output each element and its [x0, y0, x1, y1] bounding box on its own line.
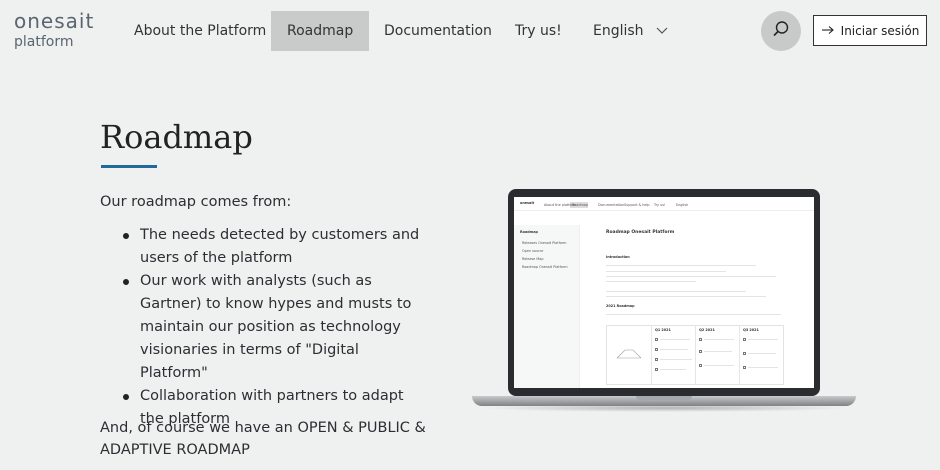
mini-col-divider	[739, 326, 740, 384]
mini-text-line	[606, 281, 696, 282]
nav-documentation[interactable]: Documentation	[368, 11, 508, 51]
onesait-platform-logo[interactable]: onesait platform	[14, 10, 94, 50]
mini-text-line	[660, 359, 692, 360]
mini-check	[743, 352, 746, 355]
mini-text-line	[606, 271, 726, 272]
mini-text-line	[748, 367, 778, 368]
roadmap-sources-list: The needs detected by customers and user…	[120, 224, 430, 431]
mini-table-header: Q2 2021	[699, 328, 715, 332]
mini-section-intro: Introduction	[606, 255, 630, 259]
nav-roadmap[interactable]: Roadmap	[271, 11, 370, 51]
list-item: The needs detected by customers and user…	[120, 224, 430, 270]
mini-sidebar-item: Roadmap Onesait Platform	[522, 265, 568, 269]
mini-nav-item: Roadmap	[572, 203, 589, 207]
mini-nav-item: Try us!	[654, 203, 666, 207]
laptop-notch	[636, 396, 692, 400]
mini-section-year: 2021 Roadmap	[606, 304, 635, 308]
mini-text-line	[606, 291, 746, 292]
mini-check	[743, 366, 746, 369]
mini-col-divider	[695, 326, 696, 384]
mini-sidebar-title: Roadmap	[520, 230, 538, 234]
mini-check	[655, 338, 658, 341]
mini-check	[655, 358, 658, 361]
nav-about-platform[interactable]: About the Platform	[118, 11, 282, 51]
mini-sidebar-item: Releases Onesait Platform	[522, 241, 567, 245]
mini-text-line	[660, 369, 686, 370]
mini-text-line	[660, 339, 690, 340]
mini-table-header: Q1 2021	[655, 328, 671, 332]
mini-nav-item: Documentation	[598, 203, 625, 207]
mini-nav-item: Support & help	[624, 203, 650, 207]
nav-try-us[interactable]: Try us!	[499, 11, 578, 51]
search-button[interactable]	[761, 11, 801, 51]
language-selector[interactable]: English	[577, 11, 684, 51]
logo-line1: onesait	[14, 9, 95, 33]
mini-roadmap-logo-icon	[615, 346, 643, 365]
login-label: Iniciar sesión	[840, 23, 920, 38]
login-button[interactable]: Iniciar sesión	[813, 15, 927, 46]
mini-sidebar-item: Release Map	[522, 257, 544, 261]
mini-text-line	[748, 353, 776, 354]
mini-doc-title: Roadmap Onesait Platform	[606, 230, 675, 235]
arrow-right-icon	[821, 24, 835, 38]
site-header: onesait platform About the Platform Road…	[0, 0, 940, 62]
mini-check	[699, 350, 702, 353]
mini-table-header: Q3 2021	[743, 328, 759, 332]
mini-text-line	[606, 276, 776, 277]
logo-line2: platform	[14, 34, 74, 50]
mini-nav-item: English	[676, 203, 689, 207]
mini-text-line	[704, 365, 734, 366]
mini-check	[743, 338, 746, 341]
mini-check	[655, 348, 658, 351]
outro-text: And, of course we have an OPEN & PUBLIC …	[100, 420, 426, 458]
intro-text: Our roadmap comes from:	[100, 194, 292, 210]
mini-roadmap-table: Q1 2021 Q2 2021 Q3 2021	[606, 325, 784, 385]
mini-text-line	[606, 314, 781, 315]
mini-text-line	[606, 265, 756, 266]
mini-logo: onesait	[520, 201, 535, 205]
title-underline	[101, 165, 157, 168]
mini-text-line	[606, 296, 766, 297]
search-icon	[772, 20, 790, 42]
language-label: English	[593, 23, 644, 39]
mini-col-divider	[651, 326, 652, 384]
mini-nav: onesait About the platform Roadmap Docum…	[514, 197, 814, 211]
mini-text-line	[704, 339, 734, 340]
list-item: Our work with analysts (such as Gartner)…	[120, 270, 430, 385]
chevron-down-icon	[656, 11, 668, 51]
mini-check	[655, 368, 658, 371]
mini-text-line	[660, 349, 688, 350]
page-title: Roadmap	[100, 118, 253, 156]
mini-text-line	[748, 339, 778, 340]
mini-text-line	[704, 351, 732, 352]
mini-check	[699, 338, 702, 341]
laptop-screen: onesait About the platform Roadmap Docum…	[514, 197, 814, 388]
mini-sidebar: Roadmap Releases Onesait Platform Open s…	[514, 225, 580, 388]
mini-sidebar-item: Open source	[522, 249, 544, 253]
mini-check	[699, 364, 702, 367]
